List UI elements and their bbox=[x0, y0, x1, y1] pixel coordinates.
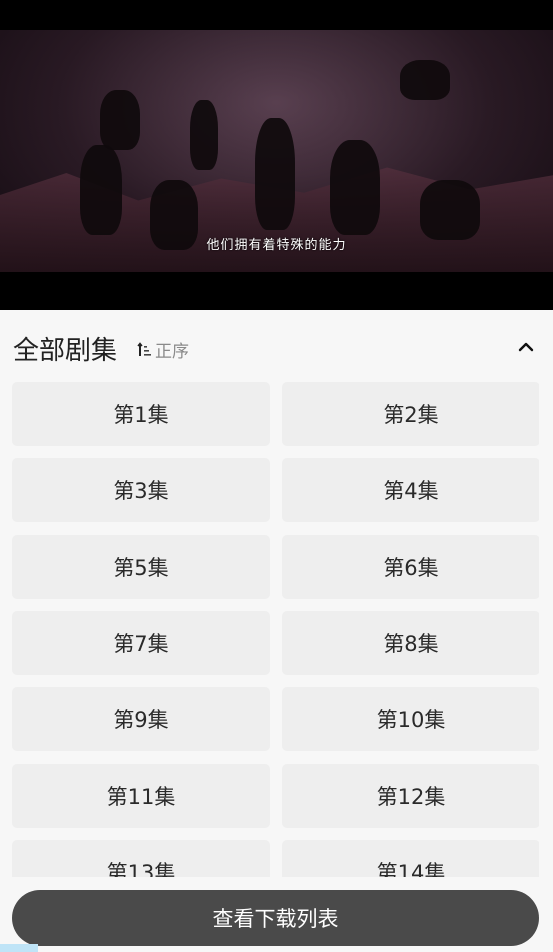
video-figure bbox=[255, 118, 295, 230]
episode-button[interactable]: 第8集 bbox=[282, 611, 539, 675]
video-figure bbox=[330, 140, 380, 235]
sort-label: 正序 bbox=[155, 342, 189, 362]
video-figure bbox=[400, 60, 450, 100]
video-figure bbox=[190, 100, 218, 170]
video-figure bbox=[420, 180, 480, 240]
episode-button[interactable]: 第6集 bbox=[282, 535, 539, 599]
episode-button[interactable]: 第14集 bbox=[282, 840, 539, 877]
download-list-button[interactable]: 查看下载列表 bbox=[12, 890, 539, 946]
episode-button[interactable]: 第2集 bbox=[282, 382, 539, 446]
episode-button[interactable]: 第1集 bbox=[12, 382, 270, 446]
episode-button[interactable]: 第7集 bbox=[12, 611, 270, 675]
episodes-title: 全部剧集 bbox=[13, 336, 118, 366]
video-player[interactable]: 他们拥有着特殊的能力 bbox=[0, 0, 553, 310]
collapse-button[interactable] bbox=[515, 336, 537, 358]
episode-button[interactable]: 第9集 bbox=[12, 687, 270, 751]
episode-button[interactable]: 第3集 bbox=[12, 458, 270, 522]
episode-button[interactable]: 第10集 bbox=[282, 687, 539, 751]
episodes-header: 全部剧集 正序 bbox=[0, 310, 553, 382]
episodes-panel: 全部剧集 正序 第1集 第2集 第3集 第4集 第5集 第6集 第7集 第8集 … bbox=[0, 310, 553, 952]
sort-ascending-icon bbox=[137, 341, 151, 356]
chevron-up-icon bbox=[518, 342, 534, 352]
episode-button[interactable]: 第5集 bbox=[12, 535, 270, 599]
episode-button[interactable]: 第13集 bbox=[12, 840, 270, 877]
episode-button[interactable]: 第11集 bbox=[12, 764, 270, 828]
sort-toggle[interactable]: 正序 bbox=[137, 337, 189, 362]
episode-button[interactable]: 第12集 bbox=[282, 764, 539, 828]
episode-grid: 第1集 第2集 第3集 第4集 第5集 第6集 第7集 第8集 第9集 第10集… bbox=[12, 382, 539, 877]
video-subtitle: 他们拥有着特殊的能力 bbox=[206, 238, 347, 253]
video-figure bbox=[100, 90, 140, 150]
video-figure bbox=[80, 145, 122, 235]
episode-button[interactable]: 第4集 bbox=[282, 458, 539, 522]
bottom-indicator bbox=[0, 944, 38, 952]
